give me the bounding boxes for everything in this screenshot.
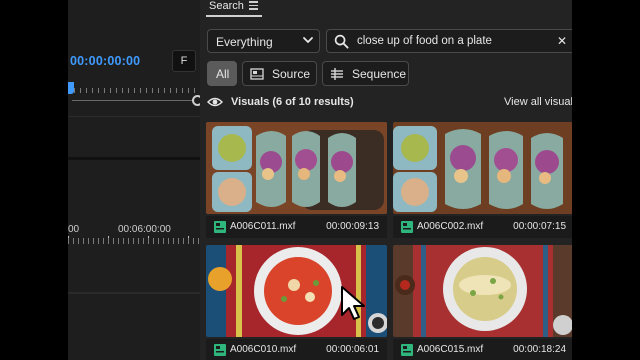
panel-divider bbox=[68, 292, 200, 294]
result-card[interactable]: A006C002.mxf 00:00:07:15 bbox=[393, 122, 572, 240]
sequence-icon bbox=[331, 68, 343, 80]
clip-name: A006C015.mxf bbox=[417, 344, 484, 355]
panel-menu-icon[interactable] bbox=[249, 1, 259, 11]
filter-all-button[interactable]: All bbox=[207, 61, 237, 86]
zoom-scroll-handle[interactable] bbox=[192, 95, 200, 106]
ruler-label: 00:06:00:00 bbox=[118, 224, 171, 235]
source-clip-icon bbox=[250, 68, 264, 80]
view-all-visuals-link[interactable]: View all visuals bbox=[504, 96, 572, 108]
mouse-cursor-icon bbox=[341, 286, 365, 320]
filter-label: All bbox=[216, 67, 230, 81]
timeline-ruler-ticks[interactable] bbox=[68, 238, 200, 244]
clip-file-icon bbox=[214, 221, 226, 233]
clip-meta: A006C002.mxf 00:00:07:15 bbox=[393, 216, 572, 238]
active-tab-indicator bbox=[206, 15, 262, 17]
search-input[interactable] bbox=[357, 33, 537, 49]
clear-search-icon[interactable]: ✕ bbox=[557, 34, 567, 48]
clip-name: A006C011.mxf bbox=[230, 221, 296, 232]
clip-duration: 00:00:06:01 bbox=[326, 344, 379, 355]
clip-file-icon bbox=[214, 344, 226, 356]
panel-divider bbox=[68, 116, 200, 117]
search-panel: Search Everything ✕ All Source bbox=[200, 0, 572, 360]
results-title: Visuals (6 of 10 results) bbox=[231, 96, 354, 108]
playhead-handle[interactable] bbox=[68, 82, 74, 94]
result-card[interactable]: A006C011.mxf 00:00:09:13 bbox=[206, 122, 387, 240]
chevron-down-icon bbox=[303, 37, 313, 43]
left-letterbox bbox=[0, 0, 68, 360]
search-scope-dropdown[interactable]: Everything bbox=[207, 29, 320, 53]
right-letterbox bbox=[572, 0, 640, 360]
clip-meta: A006C010.mxf 00:00:06:01 bbox=[206, 339, 387, 360]
monitor-ruler-ticks bbox=[68, 88, 200, 93]
filter-source-button[interactable]: Source bbox=[242, 61, 317, 86]
clip-thumbnail[interactable] bbox=[206, 122, 387, 214]
tab-search[interactable]: Search bbox=[209, 0, 244, 12]
filter-label: Source bbox=[272, 67, 311, 81]
filter-sequence-button[interactable]: Sequence bbox=[322, 61, 409, 86]
results-header: Visuals (6 of 10 results) View all visua… bbox=[207, 95, 572, 111]
clip-duration: 00:00:18:24 bbox=[513, 344, 566, 355]
clip-duration: 00:00:09:13 bbox=[326, 221, 379, 232]
search-icon bbox=[334, 34, 349, 49]
clip-meta: A006C011.mxf 00:00:09:13 bbox=[206, 216, 387, 238]
panel-header: Search bbox=[200, 0, 572, 17]
clip-duration: 00:00:07:15 bbox=[513, 221, 566, 232]
panel-divider bbox=[68, 157, 200, 160]
search-field[interactable]: ✕ bbox=[326, 29, 572, 53]
filter-label: Sequence bbox=[352, 67, 407, 81]
search-scope-value: Everything bbox=[216, 35, 273, 49]
overflow-button[interactable]: F bbox=[172, 50, 196, 72]
clip-name: A006C010.mxf bbox=[230, 344, 297, 355]
clip-meta: A006C015.mxf 00:00:18:24 bbox=[393, 339, 572, 360]
result-card[interactable]: A006C015.mxf 00:00:18:24 bbox=[393, 245, 572, 360]
ruler-label: 00 bbox=[68, 224, 80, 235]
clip-thumbnail[interactable] bbox=[393, 245, 572, 337]
eye-icon[interactable] bbox=[207, 96, 223, 108]
clip-file-icon bbox=[401, 344, 413, 356]
clip-file-icon bbox=[401, 221, 413, 233]
clip-thumbnail[interactable] bbox=[393, 122, 572, 214]
clip-name: A006C002.mxf bbox=[417, 221, 484, 232]
zoom-scroll-track[interactable] bbox=[72, 100, 192, 101]
playhead-timecode[interactable]: 00:00:00:00 bbox=[70, 54, 140, 68]
timeline-panel: 00:00:00:00 F 00 00:06:00:00 bbox=[68, 0, 200, 360]
